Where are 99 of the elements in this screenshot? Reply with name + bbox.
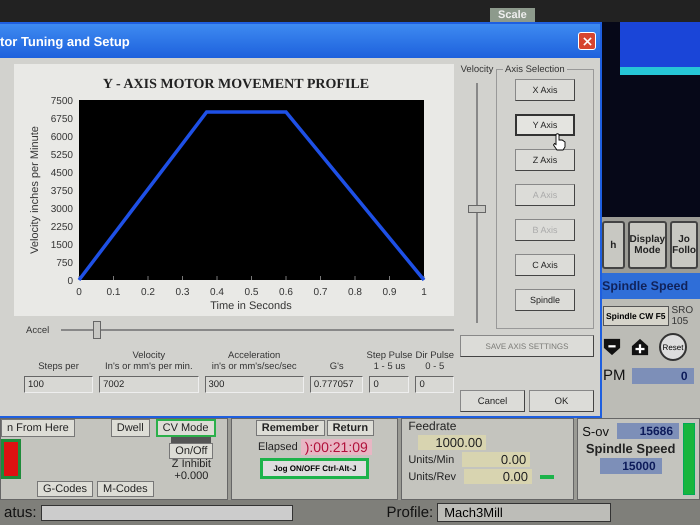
elapsed-time: ):00:21:09 bbox=[300, 439, 372, 455]
spindle-speed-header: Spindle Speed bbox=[600, 273, 700, 299]
x-tick-label: 0.2 bbox=[141, 287, 155, 298]
y-tick-label: 1500 bbox=[50, 240, 73, 251]
return-button[interactable]: Return bbox=[326, 420, 374, 436]
window-title: tor Tuning and Setup bbox=[0, 34, 130, 48]
y-tick-label: 2250 bbox=[50, 222, 73, 233]
y-tick-label: 6750 bbox=[50, 114, 73, 125]
y-tick-label: 4500 bbox=[50, 168, 73, 179]
spindle-speed-display: 15000 bbox=[600, 458, 662, 474]
scale-label: Scale bbox=[490, 8, 535, 22]
units-min-display: 0.00 bbox=[462, 452, 530, 467]
x-tick-label: 0.9 bbox=[382, 287, 396, 298]
status-led bbox=[171, 437, 212, 443]
z-inhibit-label: Z Inhibit bbox=[172, 459, 211, 471]
field-units: 1 - 5 us bbox=[374, 361, 406, 372]
profile-field: Mach3Mill bbox=[437, 503, 612, 522]
field-label: Steps per bbox=[38, 361, 79, 372]
feedrate-label: Feedrate bbox=[408, 419, 456, 433]
input-field[interactable]: 7002 bbox=[99, 376, 198, 393]
axis-button[interactable]: C Axis bbox=[515, 254, 575, 276]
mode-button[interactable]: Display Mode bbox=[628, 221, 668, 269]
spindle-override-label: S-ov bbox=[582, 424, 609, 438]
profile-label: Profile: bbox=[386, 504, 434, 521]
remember-button[interactable]: Remember bbox=[256, 420, 325, 436]
input-field[interactable]: 0 bbox=[415, 376, 454, 393]
y-tick-label: 5250 bbox=[50, 150, 73, 161]
y-tick-label: 750 bbox=[56, 258, 73, 269]
accel-label: Accel bbox=[26, 324, 50, 336]
axis-button[interactable]: Spindle bbox=[515, 289, 575, 311]
x-tick-label: 0.3 bbox=[176, 287, 190, 298]
z-inhibit-value: +0.000 bbox=[174, 470, 208, 482]
units-rev-display: 0.00 bbox=[464, 469, 532, 484]
jog-toggle-button[interactable]: Jog ON/OFF Ctrl-Alt-J bbox=[260, 458, 370, 479]
x-tick-label: 0.6 bbox=[279, 287, 293, 298]
y-axis-title: Velocity inches per Minute bbox=[29, 126, 41, 254]
axis-button[interactable]: Y Axis bbox=[515, 114, 575, 136]
dialog-button[interactable]: Cancel bbox=[460, 390, 525, 412]
run-from-here-button[interactable]: n From Here bbox=[1, 419, 75, 437]
velocity-slider-thumb[interactable] bbox=[468, 204, 486, 213]
x-tick-label: 0.1 bbox=[106, 287, 120, 298]
y-tick-label: 3000 bbox=[50, 204, 73, 215]
x-tick-label: 1 bbox=[421, 287, 427, 298]
x-tick-label: 0 bbox=[76, 287, 82, 298]
spindle-cw-button[interactable]: Spindle CW F5 bbox=[603, 306, 668, 326]
x-axis-title: Time in Seconds bbox=[210, 300, 292, 312]
input-field[interactable]: 300 bbox=[204, 376, 304, 393]
field-label: G's bbox=[330, 361, 344, 372]
on-off-button[interactable]: On/Off bbox=[169, 443, 214, 459]
sro-label: SRO bbox=[672, 305, 694, 316]
y-tick-label: 0 bbox=[67, 276, 73, 287]
field-units: in's or mm's/sec/sec bbox=[212, 361, 297, 372]
accel-slider-thumb[interactable] bbox=[92, 321, 101, 339]
input-field[interactable]: 0 bbox=[369, 376, 410, 393]
field-units: In's or mm's per min. bbox=[105, 361, 193, 372]
close-button[interactable] bbox=[578, 32, 596, 50]
input-field[interactable]: 0.777057 bbox=[310, 376, 364, 393]
x-tick-label: 0.4 bbox=[210, 287, 224, 298]
axis-button[interactable]: X Axis bbox=[515, 79, 575, 101]
spindle-load-bar bbox=[683, 423, 695, 495]
rpm-display: 0 bbox=[632, 368, 694, 384]
status-label: atus: bbox=[4, 504, 37, 521]
chart-title: Y - AXIS MOTOR MOVEMENT PROFILE bbox=[102, 77, 370, 92]
y-tick-label: 7500 bbox=[50, 96, 73, 107]
field-label: Acceleration bbox=[228, 350, 280, 361]
up-plus-icon[interactable] bbox=[631, 338, 649, 356]
velocity-label: Velocity bbox=[460, 64, 494, 75]
units-rev-label: Units/Rev bbox=[408, 470, 456, 482]
x-tick-label: 0.5 bbox=[244, 287, 258, 298]
x-tick-label: 0.8 bbox=[348, 287, 362, 298]
m-codes-button[interactable]: M-Codes bbox=[97, 481, 154, 497]
mode-button[interactable]: h bbox=[602, 221, 625, 269]
mode-button[interactable]: Jo Follo bbox=[670, 221, 698, 269]
group-title: Axis Selection bbox=[504, 64, 566, 75]
reset-button[interactable]: Reset bbox=[659, 333, 687, 361]
y-tick-label: 6000 bbox=[50, 132, 73, 143]
cv-mode-button[interactable]: CV Mode bbox=[156, 419, 216, 437]
rpm-label: PM bbox=[603, 367, 626, 384]
units-min-label: Units/Min bbox=[408, 454, 454, 466]
field-label: Step Pulse bbox=[366, 350, 412, 361]
dwell-button[interactable]: Dwell bbox=[110, 419, 150, 437]
feed-led bbox=[540, 474, 554, 478]
sro-value: 105 bbox=[672, 316, 690, 327]
spindle-speed-label: Spindle Speed bbox=[586, 441, 676, 456]
x-tick-label: 0.7 bbox=[314, 287, 328, 298]
feedrate-display: 1000.00 bbox=[418, 435, 486, 450]
elapsed-label: Elapsed bbox=[258, 441, 298, 453]
g-codes-button[interactable]: G-Codes bbox=[37, 481, 94, 497]
spindle-override-display: 15686 bbox=[617, 423, 679, 439]
field-label: Velocity bbox=[132, 350, 166, 361]
close-icon[interactable] bbox=[582, 36, 592, 46]
input-field[interactable]: 100 bbox=[24, 376, 94, 393]
field-label: Dir Pulse bbox=[415, 350, 454, 361]
down-minus-icon[interactable] bbox=[603, 338, 621, 356]
dialog-button[interactable]: OK bbox=[529, 390, 594, 412]
hand-cursor-icon bbox=[552, 133, 566, 151]
axis-button[interactable]: Z Axis bbox=[515, 149, 575, 171]
y-tick-label: 3750 bbox=[50, 186, 73, 197]
field-units: 0 - 5 bbox=[425, 361, 444, 372]
